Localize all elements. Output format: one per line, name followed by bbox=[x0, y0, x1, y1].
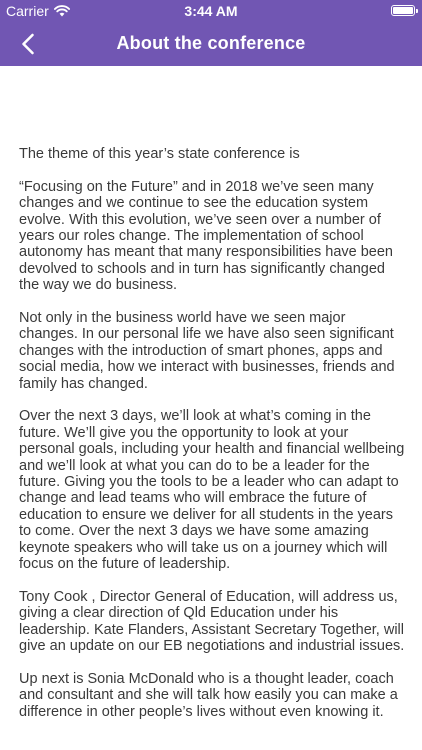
conference-description: The theme of this year’s state conferenc… bbox=[19, 146, 405, 737]
screen: Carrier 3:44 AM About the conference The… bbox=[0, 0, 422, 750]
status-bar: Carrier 3:44 AM bbox=[0, 0, 422, 22]
paragraph-changes: Not only in the business world have we s… bbox=[19, 310, 395, 392]
paragraph-intro: The theme of this year’s state conferenc… bbox=[19, 146, 300, 162]
paragraph-speakers: Tony Cook , Director General of Educatio… bbox=[19, 588, 405, 655]
paragraph-sonia: Up next is Sonia McDonald who is a thoug… bbox=[19, 670, 398, 720]
paragraph-theme: “Focusing on the Future” and in 2018 we’… bbox=[19, 178, 393, 294]
header: Carrier 3:44 AM About the conference bbox=[0, 0, 422, 66]
battery-icon bbox=[391, 5, 418, 16]
page-title: About the conference bbox=[116, 33, 306, 53]
nav-bar: About the conference bbox=[0, 22, 422, 66]
paragraph-next-3-days: Over the next 3 days, we’ll look at what… bbox=[19, 408, 405, 573]
status-time: 3:44 AM bbox=[184, 3, 238, 19]
